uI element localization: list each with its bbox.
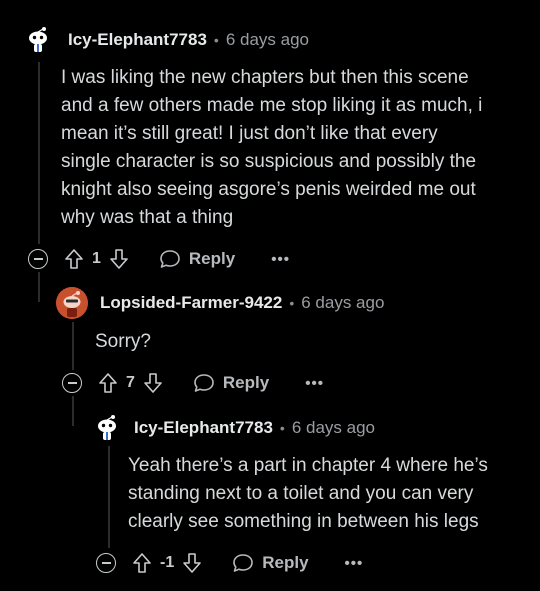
reply-button[interactable]: Reply xyxy=(232,553,309,573)
reply-label: Reply xyxy=(188,249,236,268)
comment-header: Icy-Elephant7783 • 6 days ago xyxy=(134,418,375,438)
comment-actions: 7 Reply ••• xyxy=(62,370,324,396)
comment-line: single character is so suspicious and po… xyxy=(61,151,477,172)
reply-label: Reply xyxy=(222,373,270,392)
reply-bubble-icon xyxy=(160,250,180,268)
downvote-icon[interactable] xyxy=(143,372,163,394)
separator-dot: • xyxy=(213,32,219,48)
timestamp: 6 days ago xyxy=(291,418,375,437)
separator-dot: • xyxy=(289,295,295,311)
comment-actions: -1 Reply ••• xyxy=(96,550,363,576)
comment-line: I was liking the new chapters but then t… xyxy=(61,67,469,88)
reply-bubble-icon xyxy=(233,554,254,572)
comment-line: and a few others made me stop liking it … xyxy=(61,95,483,116)
snoo-bw-avatar-icon xyxy=(22,23,54,55)
comment-header: Lopsided-Farmer-9422 • 6 days ago xyxy=(100,293,384,313)
vote-count: 1 xyxy=(92,250,101,267)
username[interactable]: Icy-Elephant7783 xyxy=(134,418,273,438)
comment-body: I was liking the new chapters but then t… xyxy=(61,64,531,232)
timestamp: 6 days ago xyxy=(301,293,385,312)
thread-line xyxy=(38,272,40,302)
comment-line: Sorry? xyxy=(95,331,151,352)
upvote-icon[interactable] xyxy=(64,248,84,270)
avatar[interactable] xyxy=(56,287,88,319)
separator-dot: • xyxy=(279,420,285,436)
vote-count: 7 xyxy=(126,374,135,391)
comment-body: Yeah there’s a part in chapter 4 where h… xyxy=(128,452,528,536)
reply-button[interactable]: Reply xyxy=(193,373,269,393)
thread-line xyxy=(38,62,40,244)
comment-line: why was that a thing xyxy=(61,207,234,228)
avatar[interactable] xyxy=(22,23,54,55)
collapse-button[interactable] xyxy=(28,249,48,269)
upvote-icon[interactable] xyxy=(98,372,118,394)
upvote-icon[interactable] xyxy=(132,552,152,574)
vote-controls: -1 xyxy=(132,552,202,574)
vote-count: -1 xyxy=(160,554,175,571)
collapse-button[interactable] xyxy=(62,373,82,393)
downvote-icon[interactable] xyxy=(182,552,202,574)
thread-line xyxy=(72,322,74,370)
snoo-bw-avatar-icon xyxy=(91,411,123,443)
username[interactable]: Lopsided-Farmer-9422 xyxy=(100,293,282,313)
comment-line: standing next to a toilet and you can ve… xyxy=(128,483,474,504)
snoo-orange-avatar-icon xyxy=(56,287,88,319)
comment-body: Sorry? xyxy=(95,328,515,356)
collapse-button[interactable] xyxy=(96,553,116,573)
vote-controls: 7 xyxy=(98,372,163,394)
comment-line: mean it’s still great! I just don’t like… xyxy=(61,123,438,144)
reply-button[interactable]: Reply xyxy=(159,249,235,269)
username[interactable]: Icy-Elephant7783 xyxy=(68,30,207,50)
reply-label: Reply xyxy=(262,553,309,572)
timestamp: 6 days ago xyxy=(225,30,309,49)
avatar[interactable] xyxy=(91,411,123,443)
vote-controls: 1 xyxy=(64,248,129,270)
reply-bubble-icon xyxy=(194,374,214,392)
thread-line xyxy=(108,446,110,548)
comment-line: clearly see something in between his leg… xyxy=(128,511,479,532)
more-options-button[interactable]: ••• xyxy=(345,555,364,572)
downvote-icon[interactable] xyxy=(109,248,129,270)
more-options-button[interactable]: ••• xyxy=(305,375,324,392)
more-options-button[interactable]: ••• xyxy=(271,251,290,268)
thread-line xyxy=(72,396,74,426)
comment-actions: 1 Reply ••• xyxy=(28,246,290,272)
comment-header: Icy-Elephant7783 • 6 days ago xyxy=(68,30,309,50)
comment-line: Yeah there’s a part in chapter 4 where h… xyxy=(128,455,488,476)
comment-line: knight also seeing asgore’s penis weirde… xyxy=(61,179,476,200)
